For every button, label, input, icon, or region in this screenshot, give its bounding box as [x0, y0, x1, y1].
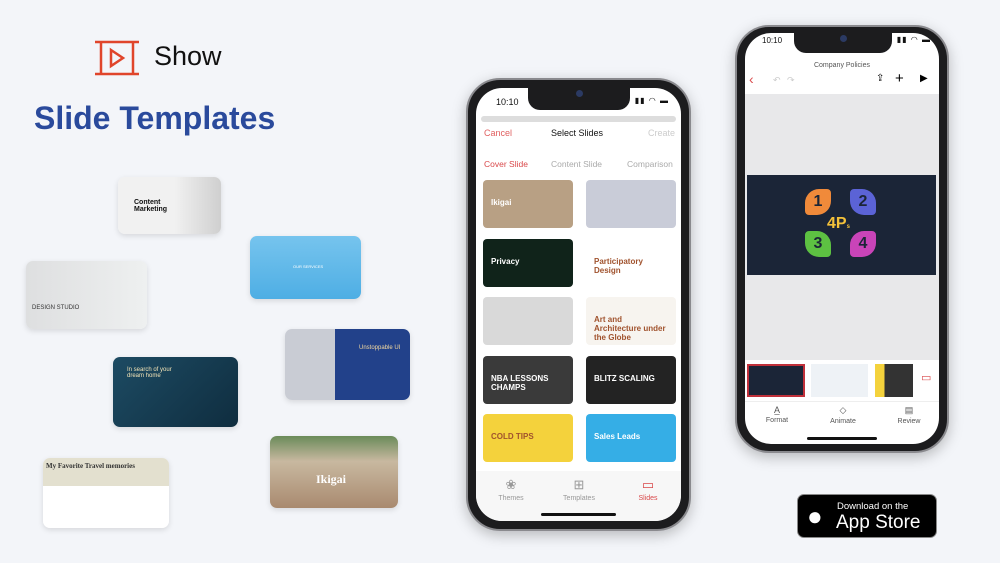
template-card-dream-home[interactable]: In search of your dream home	[113, 357, 238, 427]
tab-label: Format	[765, 417, 789, 424]
add-icon[interactable]: +	[895, 70, 904, 87]
thumb-2[interactable]	[811, 364, 868, 397]
p-segment: 2	[850, 189, 876, 215]
slide-thumbnail[interactable]: Sales Leads	[586, 414, 676, 462]
app-store-line2: App Store	[836, 512, 921, 533]
status-time: 10:10	[496, 97, 519, 107]
slide-thumbnail[interactable]: Ikigai	[483, 180, 573, 228]
play-icon[interactable]: ▶	[920, 73, 928, 84]
phone-select-slides: 10:10 ▮▮ ◠ ▬ Cancel Select Slides Create…	[466, 78, 691, 531]
tab-slides[interactable]: ▭ Slides	[618, 477, 678, 502]
tab-label: Slides	[638, 495, 658, 502]
card-title: DESIGN STUDIO	[32, 305, 80, 311]
p-segment: 1	[805, 189, 831, 215]
template-card-design-studio[interactable]: DESIGN STUDIO	[26, 261, 147, 329]
tab-animate[interactable]: ◇ Animate	[813, 405, 873, 425]
tab-comparison[interactable]: Comparison	[627, 159, 673, 169]
status-icons: ▮▮ ◠ ▬	[896, 35, 931, 44]
review-icon: ▤	[904, 405, 914, 415]
card-title: My Favorite Travel memories	[46, 462, 135, 470]
share-icon[interactable]: ⇪	[876, 73, 884, 84]
template-card-ikigai[interactable]: Ikigai	[270, 436, 398, 508]
tab-label: Animate	[830, 418, 856, 425]
thumb-3[interactable]	[875, 364, 913, 397]
template-card-content-marketing[interactable]: Content Marketing	[118, 177, 221, 234]
back-icon[interactable]: ‹	[749, 71, 754, 87]
tab-content-slide[interactable]: Content Slide	[551, 159, 602, 169]
tab-cover-slide[interactable]: Cover Slide	[484, 159, 528, 169]
thumb-1[interactable]	[747, 364, 805, 397]
slide-title: 4Ps	[827, 215, 850, 232]
tab-label: Themes	[498, 495, 524, 502]
app-store-line1: Download on the	[837, 501, 909, 512]
slide-title: Ikigai	[491, 198, 512, 207]
format-icon: A̲	[773, 405, 780, 415]
slides-icon: ▭	[641, 477, 655, 492]
card-title: Content Marketing	[134, 199, 168, 213]
card-title: OUR SERVICES	[293, 264, 324, 269]
tab-templates[interactable]: ⊞ Templates	[549, 477, 609, 502]
slide-thumbnail[interactable]: COLD TIPS	[483, 414, 573, 462]
headline: Slide Templates	[34, 100, 276, 136]
slide-thumbnail[interactable]: Privacy	[483, 238, 573, 287]
slide-title: COLD TIPS	[491, 432, 534, 441]
slide-thumbnail[interactable]	[483, 297, 573, 345]
brand-name: Show	[154, 41, 222, 71]
p-segment: 3	[805, 231, 831, 257]
tab-themes[interactable]: ❀ Themes	[481, 477, 541, 502]
slide-thumbnail[interactable]: BLITZ SCALING	[586, 355, 676, 404]
p-segment: 4	[850, 231, 876, 257]
slide-thumbnail[interactable]: NBA LESSONS CHAMPS	[483, 355, 573, 404]
slide-title: Art and Architecture under the Globe	[594, 315, 666, 342]
select-slides-title: Select Slides	[551, 128, 604, 138]
slide-thumbnail[interactable]: Participatory Design	[586, 238, 676, 287]
template-card-our-services[interactable]: OUR SERVICES	[250, 236, 361, 299]
phone-editor: 10:10 ▮▮ ◠ ▬ Company Policies ‹ ↶ ↷ ⇪ + …	[735, 25, 949, 453]
tab-format[interactable]: A̲ Format	[747, 405, 807, 424]
slide-title: NBA LESSONS CHAMPS	[491, 373, 549, 392]
slide-4ps[interactable]: 1234 4Ps	[747, 175, 936, 275]
templates-icon: ⊞	[573, 477, 585, 492]
slide-thumbnail[interactable]	[586, 180, 676, 228]
create-button[interactable]: Create	[648, 128, 675, 138]
cancel-button[interactable]: Cancel	[484, 128, 512, 138]
app-store-button[interactable]: ● Download on the App Store	[797, 494, 937, 538]
apple-icon: ●	[807, 501, 823, 531]
tab-label: Review	[897, 418, 921, 425]
slide-thumbnail[interactable]: Art and Architecture under the Globe	[586, 297, 676, 345]
card-title: In search of your dream home	[127, 367, 172, 379]
animate-icon: ◇	[839, 405, 847, 415]
template-card-travel-memories[interactable]: My Favorite Travel memories	[43, 458, 169, 528]
template-card-unstoppable-ui[interactable]: Unstoppable UI	[285, 329, 410, 400]
status-time: 10:10	[762, 36, 783, 45]
status-icons: ▮▮ ◠ ▬	[634, 96, 669, 105]
tab-review[interactable]: ▤ Review	[879, 405, 939, 425]
slide-title: Participatory Design	[594, 256, 643, 275]
show-logo-icon	[95, 40, 139, 76]
card-title: Unstoppable UI	[359, 345, 401, 351]
redo-icon[interactable]: ↷	[787, 75, 795, 86]
add-slide-icon[interactable]: ▭	[921, 371, 931, 384]
presentation-title: Company Policies	[813, 62, 871, 69]
slide-title: BLITZ SCALING	[594, 373, 655, 383]
slide-title: Privacy	[491, 256, 520, 266]
tab-label: Templates	[563, 495, 595, 502]
undo-icon[interactable]: ↶	[773, 75, 781, 86]
themes-icon: ❀	[505, 477, 517, 492]
card-title: Ikigai	[316, 472, 347, 486]
slide-canvas[interactable]: 1234 4Ps	[745, 94, 939, 360]
slide-title: Sales Leads	[594, 432, 641, 441]
